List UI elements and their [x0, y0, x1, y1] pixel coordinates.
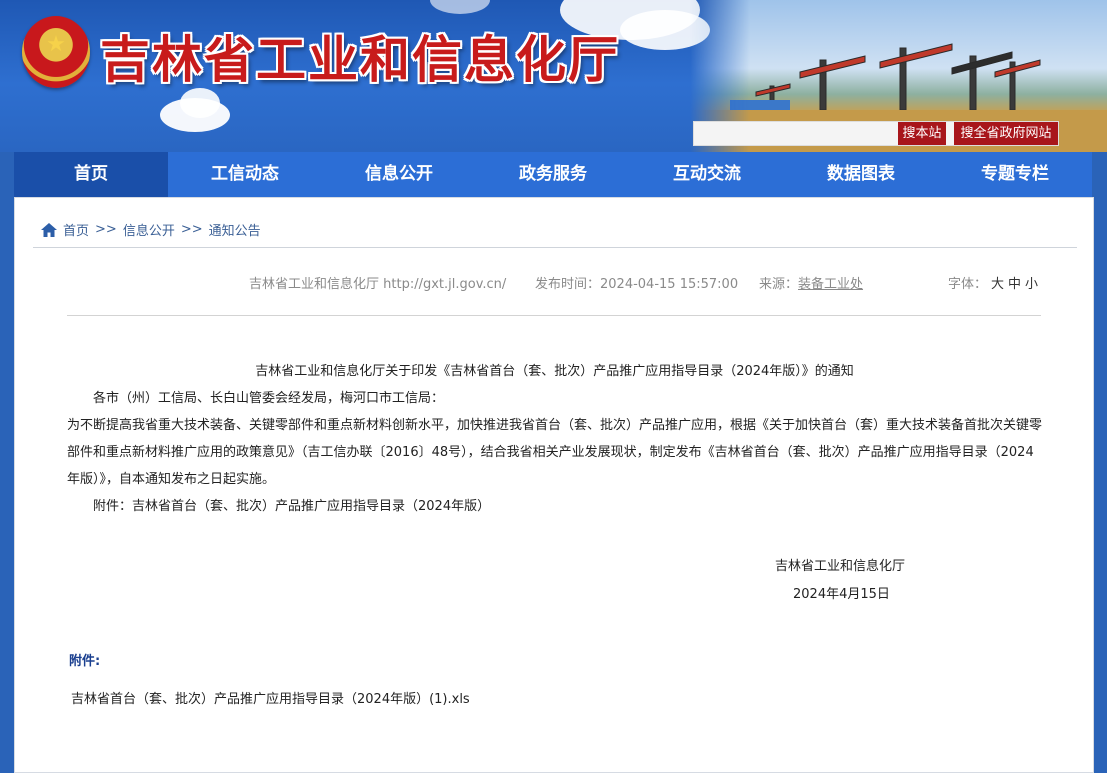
- breadcrumb-info-disclosure-link[interactable]: 信息公开: [123, 220, 175, 239]
- publish-time: 发布时间：2024-04-15 15:57:00: [535, 273, 738, 292]
- article-signature: 吉林省工业和信息化厅 2024年4月15日: [775, 553, 975, 609]
- nav-item-interaction[interactable]: 互动交流: [630, 152, 784, 197]
- font-size-label: 字体：: [948, 277, 988, 292]
- breadcrumb-home-link[interactable]: 首页: [63, 220, 89, 239]
- search-site-button[interactable]: 搜本站: [898, 122, 946, 145]
- font-size-large-button[interactable]: 大: [991, 277, 1004, 292]
- signature-date: 2024年4月15日: [793, 587, 890, 602]
- article-title: 吉林省工业和信息化厅关于印发《吉林省首台（套、批次）产品推广应用指导目录（202…: [255, 364, 854, 379]
- publish-time-label: 发布时间：: [535, 277, 601, 292]
- nav-item-info-disclosure[interactable]: 信息公开: [322, 152, 476, 197]
- site-title: 吉林省工业和信息化厅: [100, 31, 620, 89]
- attachments-label: 附件:: [69, 654, 101, 669]
- search-input[interactable]: [694, 122, 897, 145]
- home-icon: [41, 222, 57, 237]
- source-label: 来源：: [759, 277, 799, 292]
- signer-name: 吉林省工业和信息化厅: [775, 559, 906, 574]
- article-source: 来源：装备工业处: [759, 273, 863, 292]
- search-all-gov-button[interactable]: 搜全省政府网站: [954, 122, 1058, 145]
- cloud-decoration: [430, 0, 490, 14]
- site-header: ★ 吉林省工业和信息化厅 搜本站 搜全省政府网站: [0, 0, 1107, 152]
- breadcrumb: 首页 >> 信息公开 >> 通知公告: [41, 220, 261, 239]
- attachment-file-link[interactable]: 吉林省首台（套、批次）产品推广应用指导目录（2024年版）(1).xls: [71, 688, 470, 707]
- breadcrumb-separator: >>: [95, 222, 117, 237]
- article-attachment-line: 附件：吉林省首台（套、批次）产品推广应用指导目录（2024年版）: [93, 499, 491, 514]
- article-paragraph: 为不断提高我省重大技术装备、关键零部件和重点新材料创新水平，加快推进我省首台（套…: [67, 418, 1043, 487]
- nav-item-gov-services[interactable]: 政务服务: [476, 152, 630, 197]
- source-value: 装备工业处: [798, 277, 864, 292]
- font-size-small-button[interactable]: 小: [1025, 277, 1038, 292]
- national-emblem-logo: ★: [22, 16, 90, 88]
- breadcrumb-notices-link[interactable]: 通知公告: [209, 220, 261, 239]
- font-size-control: 字体：大中小: [948, 273, 1038, 292]
- nav-item-special-topics[interactable]: 专题专栏: [938, 152, 1092, 197]
- article-panel: 首页 >> 信息公开 >> 通知公告 吉林省工业和信息化厅 http://gxt…: [14, 197, 1094, 773]
- divider: [67, 315, 1041, 316]
- font-size-medium-button[interactable]: 中: [1008, 277, 1021, 292]
- nav-item-news[interactable]: 工信动态: [168, 152, 322, 197]
- publish-time-value: 2024-04-15 15:57:00: [600, 277, 739, 292]
- nav-item-home[interactable]: 首页: [14, 152, 168, 197]
- search-bar: 搜本站 搜全省政府网站: [693, 121, 1059, 146]
- article-salutation: 各市（州）工信局、长白山管委会经发局，梅河口市工信局：: [93, 391, 445, 406]
- breadcrumb-separator: >>: [180, 222, 203, 237]
- cloud-decoration: [180, 88, 220, 118]
- divider: [33, 247, 1077, 248]
- nav-item-data-charts[interactable]: 数据图表: [784, 152, 938, 197]
- main-nav: 首页 工信动态 信息公开 政务服务 互动交流 数据图表 专题专栏: [14, 152, 1092, 197]
- source-site: 吉林省工业和信息化厅 http://gxt.jl.gov.cn/: [249, 277, 507, 292]
- article-body: 吉林省工业和信息化厅关于印发《吉林省首台（套、批次）产品推广应用指导目录（202…: [67, 358, 1042, 520]
- star-icon: ★: [46, 31, 66, 57]
